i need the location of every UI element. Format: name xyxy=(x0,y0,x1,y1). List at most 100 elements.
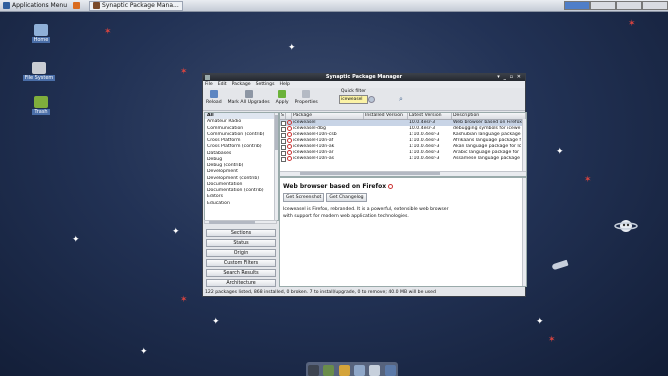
star-decoration: ✦ xyxy=(536,317,544,327)
desktop-icon-label: File System xyxy=(22,75,56,81)
rocket-decoration xyxy=(551,259,569,271)
latest-version: 1:10.0.4esr-3 xyxy=(409,156,440,161)
browser-icon[interactable] xyxy=(338,365,350,376)
window-app-icon xyxy=(205,75,210,80)
table-row[interactable]: iceweasel-l10n-as 1:10.0.4esr-3 Assamese… xyxy=(280,156,526,162)
desktop-icon-label: Trash xyxy=(32,109,50,115)
properties-button[interactable]: Properties xyxy=(295,90,318,105)
star-decoration: ✶ xyxy=(628,19,636,29)
details-scrollbar[interactable] xyxy=(522,178,526,286)
star-decoration: ✶ xyxy=(584,175,592,185)
star-decoration: ✦ xyxy=(212,317,220,327)
bottom-dock xyxy=(306,362,398,376)
package-table-hscrollbar[interactable] xyxy=(280,171,526,176)
section-list-scrollbar[interactable] xyxy=(274,113,278,220)
status-bar: 122 packages listed, 868 installed, 0 br… xyxy=(205,290,436,295)
menu-edit[interactable]: Edit xyxy=(218,82,227,87)
window-title: Synaptic Package Manager xyxy=(325,74,403,80)
upgrade-icon xyxy=(244,90,253,98)
apply-button[interactable]: Apply xyxy=(276,90,289,105)
get-screenshot-button[interactable]: Get Screenshot xyxy=(283,193,325,202)
taskbar-item-synaptic[interactable]: Synaptic Package Mana... xyxy=(89,0,183,11)
section-list: All Amateur Radio Communication Communic… xyxy=(204,112,279,221)
star-decoration: ✶ xyxy=(180,295,188,305)
package-status-icon xyxy=(388,184,394,189)
details-description: Iceweasel is Firefox, rebranded. It is a… xyxy=(283,207,449,219)
desktop-icon-label: Home xyxy=(31,37,51,43)
package-table-vscrollbar[interactable] xyxy=(522,119,526,174)
workspace-switcher[interactable] xyxy=(564,0,668,11)
synaptic-window: Synaptic Package Manager ▾ _ ▫ ✕ File Ed… xyxy=(202,73,527,297)
workspace-3[interactable] xyxy=(616,1,642,10)
architecture-filter-button[interactable]: Architecture xyxy=(206,279,276,287)
menu-bar: File Edit Package Settings Help xyxy=(203,81,525,88)
toolbar: Reload Mark All Upgrades Apply Propertie… xyxy=(203,88,525,111)
menu-file[interactable]: File xyxy=(205,82,213,87)
installed-version xyxy=(364,156,408,162)
details-title: Web browser based on Firefox xyxy=(283,183,526,190)
folder-icon[interactable] xyxy=(384,365,396,376)
file-manager-icon[interactable] xyxy=(323,365,335,376)
package-details: Web browser based on Firefox Get Screens… xyxy=(279,177,527,287)
search-results-button[interactable]: Search Results xyxy=(206,269,276,277)
mark-all-upgrades-label: Mark All Upgrades xyxy=(227,100,270,105)
package-table: S Package Installed Version Latest Versi… xyxy=(279,112,527,177)
menu-settings[interactable]: Settings xyxy=(256,82,275,87)
reload-button[interactable]: Reload xyxy=(206,90,222,105)
star-decoration: ✦ xyxy=(72,235,80,245)
drive-icon xyxy=(32,62,46,74)
section-item[interactable]: Education xyxy=(205,201,278,207)
reload-icon xyxy=(209,90,218,98)
window-controls[interactable]: ▾ _ ▫ ✕ xyxy=(497,74,522,81)
top-panel: Applications Menu Synaptic Package Mana.… xyxy=(0,0,668,12)
quick-filter-caption: Quick filter xyxy=(340,89,367,94)
star-decoration: ✦ xyxy=(172,227,180,237)
applications-menu-icon xyxy=(3,2,10,9)
menu-help[interactable]: Help xyxy=(279,82,289,87)
star-decoration: ✦ xyxy=(140,347,148,357)
properties-icon xyxy=(302,90,311,98)
section-list-hscrollbar[interactable] xyxy=(204,220,277,224)
star-decoration: ✦ xyxy=(556,147,564,157)
planet-decoration xyxy=(614,220,638,232)
star-decoration: ✦ xyxy=(288,43,296,53)
column-installed-version[interactable]: Installed Version xyxy=(364,113,408,119)
desktop-icon-home[interactable]: Home xyxy=(24,24,58,43)
package-description: Assamese language package xyxy=(453,156,520,161)
properties-label: Properties xyxy=(294,100,318,105)
get-changelog-button[interactable]: Get Changelog xyxy=(326,193,367,202)
settings-icon[interactable] xyxy=(354,365,366,376)
applications-menu[interactable]: Applications Menu xyxy=(0,0,70,11)
mark-all-upgrades-button[interactable]: Mark All Upgrades xyxy=(228,90,270,105)
workspace-4[interactable] xyxy=(642,1,668,10)
column-description[interactable]: Description xyxy=(452,113,526,119)
workspace-1[interactable] xyxy=(564,1,590,10)
column-latest-version[interactable]: Latest Version xyxy=(408,113,452,119)
package-name: iceweasel-l10n-as xyxy=(293,156,335,161)
reload-label: Reload xyxy=(206,100,222,105)
workspace-2[interactable] xyxy=(590,1,616,10)
origin-filter-button[interactable]: Origin xyxy=(206,249,276,257)
status-filter-button[interactable]: Status xyxy=(206,239,276,247)
synaptic-task-icon xyxy=(93,2,101,9)
star-decoration: ✶ xyxy=(104,27,112,37)
apply-checkmark-icon xyxy=(278,90,287,98)
terminal-icon[interactable] xyxy=(308,365,320,376)
apply-label: Apply xyxy=(275,100,289,105)
custom-filters-button[interactable]: Custom Filters xyxy=(206,259,276,267)
search-icon[interactable] xyxy=(369,365,381,376)
details-title-text: Web browser based on Firefox xyxy=(283,183,387,190)
clear-filter-icon[interactable] xyxy=(368,96,375,103)
window-titlebar[interactable]: Synaptic Package Manager ▾ _ ▫ ✕ xyxy=(203,74,525,81)
sections-filter-button[interactable]: Sections xyxy=(206,229,276,237)
search-icon[interactable]: ⌕ xyxy=(399,95,403,104)
column-package[interactable]: Package xyxy=(292,113,364,119)
desktop-icon-file-system[interactable]: File System xyxy=(22,62,56,81)
quick-filter-input[interactable]: iceweasel xyxy=(339,95,368,104)
panel-launcher[interactable] xyxy=(70,0,85,11)
desktop-icon-trash[interactable]: Trash xyxy=(24,96,58,115)
star-decoration: ✶ xyxy=(180,67,188,77)
package-table-header: S Package Installed Version Latest Versi… xyxy=(280,113,526,120)
quick-filter: Quick filter iceweasel ⌕ xyxy=(339,89,403,104)
menu-package[interactable]: Package xyxy=(232,82,251,87)
